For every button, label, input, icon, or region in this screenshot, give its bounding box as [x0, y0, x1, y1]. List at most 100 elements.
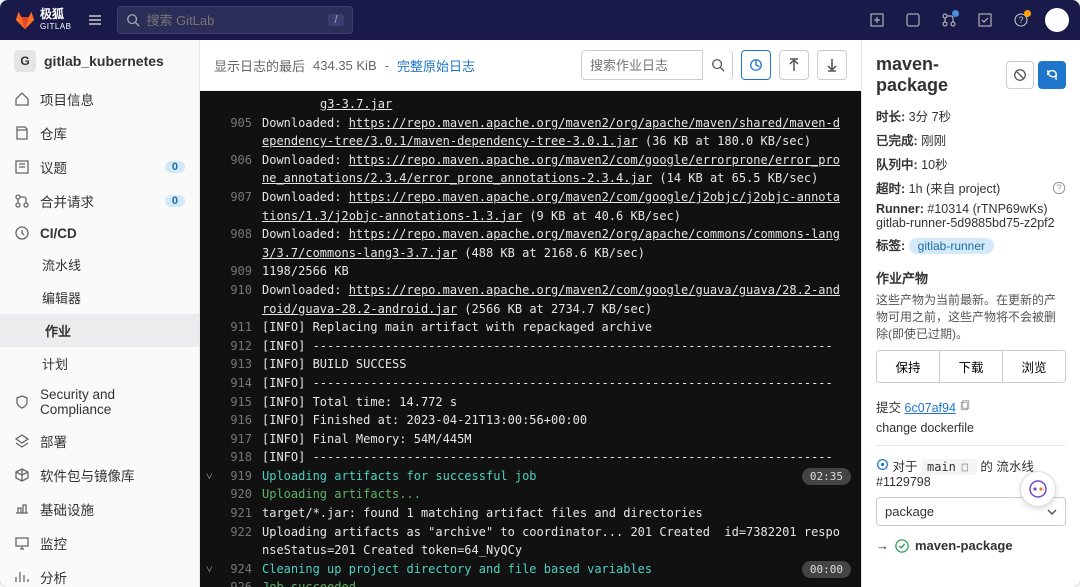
- duration-value: 3分 7秒: [909, 110, 951, 124]
- tags-label: 标签:: [876, 239, 905, 253]
- copy-icon[interactable]: [959, 400, 971, 412]
- sidebar-item-label: 仓库: [40, 123, 67, 143]
- nav-issues-icon[interactable]: [898, 5, 928, 35]
- log-link[interactable]: https://repo.maven.apache.org/maven2/com…: [262, 283, 840, 316]
- log-line: 907Downloaded: https://repo.maven.apache…: [200, 188, 861, 225]
- deploy-icon: [14, 433, 30, 449]
- log-link[interactable]: https://repo.maven.apache.org/maven2/org…: [262, 227, 840, 260]
- sidebar-item-monitor[interactable]: 监控: [0, 526, 199, 560]
- log-link[interactable]: g3-3.7.jar: [320, 97, 392, 111]
- commit-sha[interactable]: 6c07af94: [905, 401, 956, 415]
- line-number: 905: [222, 114, 252, 133]
- help-fab[interactable]: [1020, 471, 1056, 507]
- line-number: 917: [222, 430, 252, 449]
- sidebar-item-repo[interactable]: 仓库: [0, 116, 199, 150]
- browse-artifact-button[interactable]: 浏览: [1002, 351, 1065, 382]
- log-text: Uploading artifacts for successful job: [262, 467, 796, 486]
- scroll-top-button[interactable]: [779, 50, 809, 80]
- brand-text: 极狐GITLAB: [40, 8, 71, 32]
- arrow-icon: →: [876, 538, 889, 553]
- search-input[interactable]: [146, 13, 322, 28]
- sidebar-item-infra[interactable]: 基础设施: [0, 492, 199, 526]
- sidebar-item-home[interactable]: 项目信息: [0, 82, 199, 116]
- sidebar-subitem[interactable]: 编辑器: [0, 281, 199, 314]
- runner-tag: gitlab-runner: [909, 238, 994, 254]
- help-icon[interactable]: ?: [1052, 181, 1066, 195]
- sidebar-item-label: 项目信息: [40, 89, 94, 109]
- retry-job-button[interactable]: [1038, 61, 1066, 89]
- sidebar-item-label: 合并请求: [40, 191, 94, 211]
- log-size-prefix: 显示日志的最后: [214, 56, 305, 75]
- project-name: gitlab_kubernetes: [44, 53, 164, 69]
- pipeline-id[interactable]: #1129798: [876, 475, 931, 489]
- nav-merge-icon[interactable]: [934, 5, 964, 35]
- log-search-wrap: [581, 50, 733, 80]
- job-log[interactable]: g3-3.7.jar 905 Downloaded: https://repo.ma…: [200, 91, 861, 587]
- download-artifact-button[interactable]: 下载: [939, 351, 1002, 382]
- log-link[interactable]: https://repo.maven.apache.org/maven2/com…: [262, 190, 840, 223]
- hamburger-icon[interactable]: [83, 8, 107, 32]
- keep-artifact-button[interactable]: 保持: [877, 351, 939, 382]
- artifacts-buttons: 保持 下载 浏览: [876, 350, 1066, 383]
- sidebar-badge: 0: [165, 195, 185, 207]
- sidebar-item-package[interactable]: 软件包与镜像库: [0, 458, 199, 492]
- log-line: 9091198/2566 KB: [200, 262, 861, 281]
- log-search-input[interactable]: [582, 58, 702, 73]
- global-search[interactable]: /: [117, 6, 352, 34]
- raw-log-link[interactable]: 完整原始日志: [397, 56, 475, 75]
- log-line: 915[INFO] Total time: 14.772 s: [200, 393, 861, 412]
- job-sidebar: maven-package 时长: 3分 7秒 已完成: 刚刚 队列中: 10秒…: [862, 40, 1080, 587]
- finished-value: 刚刚: [921, 134, 946, 148]
- sidebar-subitem[interactable]: 计划: [0, 347, 199, 380]
- sidebar-item-issues[interactable]: 议题0: [0, 150, 199, 184]
- log-text: [INFO] ---------------------------------…: [262, 374, 855, 393]
- cancel-job-button[interactable]: [1006, 61, 1034, 89]
- sidebar-subitem-label: 流水线: [42, 255, 81, 274]
- sidebar-item-label: CI/CD: [40, 226, 77, 241]
- repo-icon: [14, 125, 30, 141]
- log-link[interactable]: https://repo.maven.apache.org/maven2/org…: [262, 116, 840, 149]
- brand[interactable]: 极狐GITLAB: [8, 8, 77, 32]
- chevron-down-icon[interactable]: ˅: [206, 560, 222, 579]
- line-number: 926: [222, 578, 252, 587]
- copy-icon[interactable]: [960, 462, 971, 473]
- log-text: Downloaded: https://repo.maven.apache.or…: [262, 114, 855, 151]
- log-line: 911[INFO] Replacing main artifact with r…: [200, 318, 861, 337]
- chevron-down-icon[interactable]: ˅: [206, 467, 222, 486]
- branch-pill[interactable]: main: [921, 459, 977, 475]
- sidebar-item-shield[interactable]: Security and Compliance: [0, 380, 199, 424]
- svg-text:?: ?: [1018, 15, 1023, 25]
- scroll-bottom-button[interactable]: [817, 50, 847, 80]
- job-link[interactable]: → maven-package: [876, 538, 1066, 553]
- log-line: 921target/*.jar: found 1 matching artifa…: [200, 504, 861, 523]
- sidebar-item-analytics[interactable]: 分析: [0, 560, 199, 587]
- nav-help-icon[interactable]: ?: [1006, 5, 1036, 35]
- sidebar-item-merge[interactable]: 合并请求 0: [0, 184, 199, 218]
- log-size: 434.35 KiB: [313, 58, 377, 73]
- user-avatar[interactable]: [1042, 5, 1072, 35]
- log-text: [INFO] BUILD SUCCESS: [262, 355, 855, 374]
- log-link[interactable]: https://repo.maven.apache.org/maven2/com…: [262, 153, 840, 186]
- log-line: 922Uploading artifacts as "archive" to c…: [200, 523, 861, 560]
- svg-text:?: ?: [1057, 183, 1062, 192]
- sidebar-item-deploy[interactable]: 部署: [0, 424, 199, 458]
- queued-value: 10秒: [921, 158, 947, 172]
- top-navbar: 极狐GITLAB / ?: [0, 0, 1080, 40]
- log-text: [INFO] Replacing main artifact with repa…: [262, 318, 855, 337]
- log-line: 912[INFO] ------------------------------…: [200, 337, 861, 356]
- log-text: [INFO] Finished at: 2023-04-21T13:00:56+…: [262, 411, 855, 430]
- sidebar-project-header[interactable]: G gitlab_kubernetes: [0, 40, 199, 82]
- job-link-name: maven-package: [915, 538, 1013, 553]
- merge-icon: [14, 193, 30, 209]
- scroll-sync-button[interactable]: [741, 50, 771, 80]
- sidebar-item-cicd[interactable]: CI/CD: [0, 218, 199, 248]
- nav-todo-icon[interactable]: [970, 5, 1000, 35]
- sidebar-subitem[interactable]: 作业: [0, 314, 199, 347]
- nav-new-icon[interactable]: [862, 5, 892, 35]
- sidebar-item-label: 议题: [40, 157, 67, 177]
- sidebar-subitem[interactable]: 流水线: [0, 248, 199, 281]
- log-search-button[interactable]: [702, 50, 732, 80]
- line-number: 910: [222, 281, 252, 300]
- job-title: maven-package: [876, 54, 1000, 96]
- line-number: 906: [222, 151, 252, 170]
